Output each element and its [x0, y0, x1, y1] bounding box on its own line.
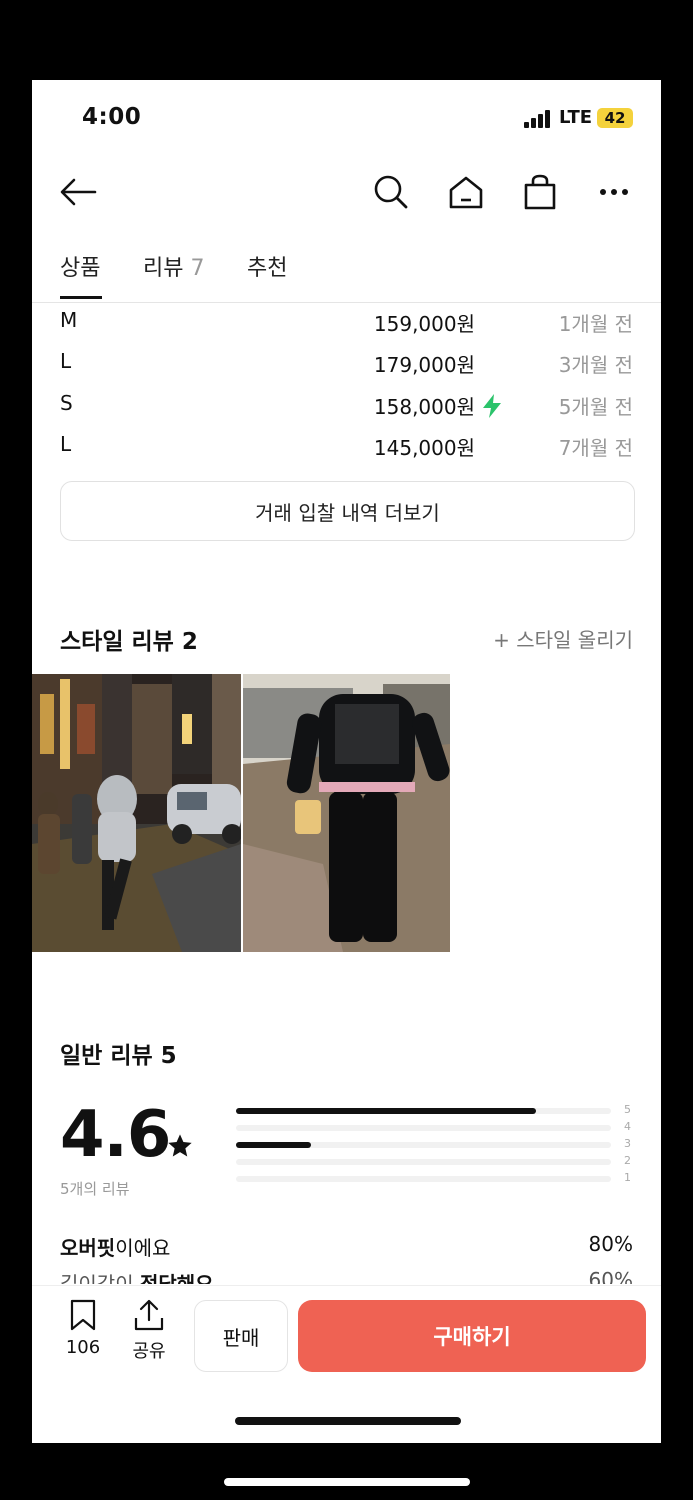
tab-product[interactable]: 상품 [60, 250, 100, 282]
average-rating: 4.6 [60, 1098, 171, 1172]
stat-highlight: 적당해요 [139, 1272, 214, 1284]
phone-screen: 4:00 LTE 42 상품 리뷰 7 추천 M 159,000원 1개월 전 … [32, 80, 661, 1443]
bookmark-button[interactable]: 106 [62, 1298, 104, 1358]
stat-percent: 60% [588, 1268, 633, 1284]
stat-text: 길이감이 [60, 1272, 140, 1284]
style-review-photo[interactable] [32, 674, 241, 952]
trade-row: L 145,000원 7개월 전 [32, 426, 661, 466]
status-bar: 4:00 LTE 42 [32, 80, 661, 160]
rating-bar-label: 3 [624, 1137, 631, 1150]
tab-bar: 상품 리뷰 7 추천 [32, 240, 661, 303]
tab-recommend-label: 추천 [247, 256, 288, 281]
tab-review-label: 리뷰 [143, 256, 184, 281]
sell-button[interactable]: 판매 [194, 1300, 288, 1372]
share-icon [134, 1299, 164, 1331]
rating-bar-track [236, 1125, 611, 1131]
review-stat-row: 길이감이 적당해요 60% [60, 1268, 633, 1284]
rating-bar-fill [236, 1108, 536, 1114]
review-count: 5개의 리뷰 [60, 1180, 130, 1198]
review-stat-row: 오버핏이에요 80% [60, 1232, 633, 1261]
status-time: 4:00 [82, 104, 142, 130]
rating-bar-fill [236, 1142, 311, 1148]
bookmark-icon [70, 1299, 96, 1331]
stat-text: 이에요 [115, 1236, 171, 1260]
style-review-title: 스타일 리뷰 2 [60, 629, 198, 655]
trade-row: L 179,000원 3개월 전 [32, 343, 661, 383]
fast-delivery-bolt-icon [483, 394, 501, 418]
signal-icon [524, 110, 550, 128]
rating-bar-track [236, 1159, 611, 1165]
bookmark-count: 106 [65, 1337, 101, 1358]
share-label: 공유 [132, 1341, 166, 1362]
top-nav [32, 170, 661, 230]
tab-product-label: 상품 [60, 256, 101, 281]
tab-recommend[interactable]: 추천 [247, 250, 287, 282]
trade-price: 145,000원 [373, 436, 475, 460]
battery-icon: 42 [597, 108, 633, 128]
battery-level: 42 [604, 109, 626, 127]
trade-date: 7개월 전 [558, 436, 633, 460]
tab-review[interactable]: 리뷰 7 [143, 250, 204, 282]
buy-button[interactable]: 구매하기 [298, 1300, 646, 1372]
trade-price: 159,000원 [373, 312, 475, 336]
trade-date: 3개월 전 [558, 353, 633, 377]
rating-bar-label: 2 [624, 1154, 631, 1167]
trade-size: L [60, 432, 72, 456]
home-icon[interactable] [444, 170, 488, 214]
search-icon[interactable] [369, 170, 413, 214]
home-indicator [235, 1417, 461, 1425]
style-review-photo[interactable] [243, 674, 450, 952]
rating-bar-track [236, 1108, 611, 1114]
rating-bar-label: 1 [624, 1171, 631, 1184]
rating-bar-label: 4 [624, 1120, 631, 1133]
trade-size: M [60, 308, 78, 332]
star-icon [168, 1134, 192, 1157]
trade-size: L [60, 349, 72, 373]
stat-percent: 80% [588, 1232, 633, 1256]
shopping-bag-icon[interactable] [518, 170, 562, 214]
share-button[interactable]: 공유 [128, 1298, 170, 1363]
network-label: LTE [559, 107, 593, 128]
more-icon[interactable] [592, 170, 636, 214]
rating-bar-track [236, 1176, 611, 1182]
outer-home-indicator [224, 1478, 470, 1486]
upload-style-button[interactable]: + 스타일 올리기 [493, 624, 633, 653]
active-tab-indicator [60, 296, 102, 299]
trade-row: M 159,000원 1개월 전 [32, 302, 661, 342]
rating-bar-label: 5 [624, 1103, 631, 1116]
trade-date: 5개월 전 [558, 395, 633, 419]
trade-price: 158,000원 [373, 395, 475, 419]
trade-history-more-button[interactable]: 거래 입찰 내역 더보기 [60, 481, 635, 541]
rating-bar-track [236, 1142, 611, 1148]
trade-row: S 158,000원 5개월 전 [32, 385, 661, 425]
trade-date: 1개월 전 [558, 312, 633, 336]
trade-price: 179,000원 [373, 353, 475, 377]
back-arrow-icon[interactable] [56, 170, 100, 214]
trade-size: S [60, 391, 73, 415]
tab-review-count: 7 [190, 256, 205, 281]
stat-highlight: 오버핏 [60, 1236, 116, 1260]
general-review-title: 일반 리뷰 5 [60, 1043, 177, 1069]
